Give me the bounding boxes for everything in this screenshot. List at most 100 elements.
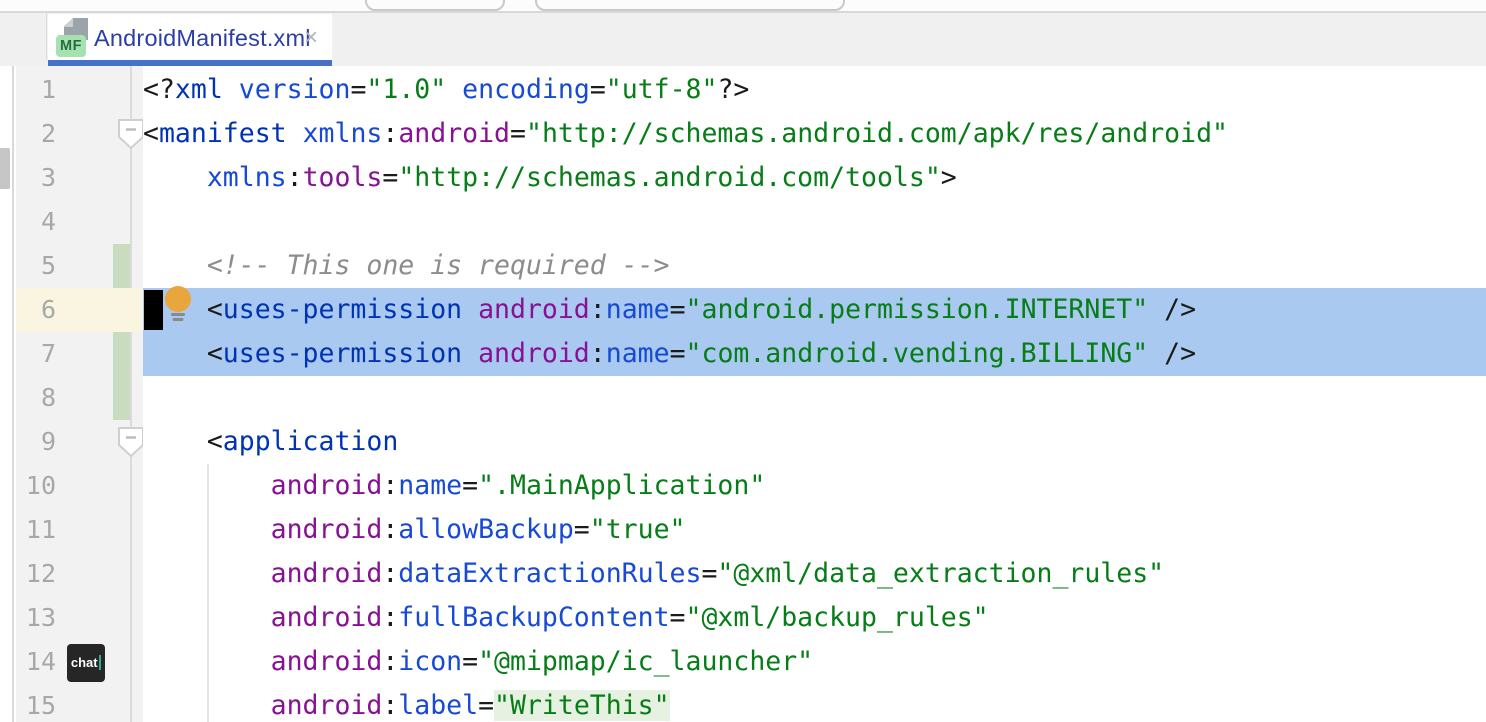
code-token: "http://schemas.android.com/tools" [398, 162, 940, 193]
code-token: : [382, 558, 398, 589]
code-line[interactable]: <!-- This one is required --> [143, 244, 1486, 288]
code-token: = [462, 470, 478, 501]
line-number[interactable]: 12 [16, 552, 143, 596]
code-token: fullBackupContent [398, 602, 669, 633]
line-number[interactable]: 6 [16, 288, 143, 332]
code-token: = [701, 558, 717, 589]
code-token: : [590, 338, 606, 369]
line-number[interactable]: 10 [16, 464, 143, 508]
scrollbar-thumb[interactable] [0, 148, 10, 189]
code-line[interactable]: android:label="WriteThis" [143, 684, 1486, 722]
code-line[interactable]: <uses-permission android:name="android.p… [143, 288, 1486, 332]
code-token [143, 250, 207, 281]
line-number[interactable]: 13 [16, 596, 143, 640]
code-token: ".MainApplication" [478, 470, 765, 501]
code-token: <!-- This one is required --> [207, 250, 670, 281]
code-line[interactable] [143, 200, 1486, 244]
code-token: android [271, 646, 383, 677]
code-token [287, 118, 303, 149]
code-token: android [271, 602, 383, 633]
fold-icon[interactable] [118, 427, 143, 457]
code-token: "true" [590, 514, 686, 545]
code-token: : [382, 118, 398, 149]
code-token [462, 294, 478, 325]
code-line[interactable]: <uses-permission android:name="com.andro… [143, 332, 1486, 376]
editor-tab-bar: MF AndroidManifest.xml × [0, 13, 1486, 66]
code-line[interactable]: <application [143, 420, 1486, 464]
code-line[interactable]: xmlns:tools="http://schemas.android.com/… [143, 156, 1486, 200]
editor-gutter: 123456789101112131415 [16, 66, 143, 722]
indent-guide [207, 464, 209, 722]
code-token: : [382, 690, 398, 721]
tab-androidmanifest[interactable]: MF AndroidManifest.xml × [48, 14, 332, 60]
code-token: android [271, 558, 383, 589]
code-token: "1.0" [366, 74, 446, 105]
vcs-added-marker [113, 244, 130, 288]
manifest-file-icon-badge: MF [56, 35, 86, 57]
line-number[interactable]: 4 [16, 200, 143, 244]
code-token: = [670, 338, 686, 369]
code-token [446, 74, 462, 105]
code-token: /> [1148, 338, 1196, 369]
code-token: > [941, 162, 957, 193]
tab-title: AndroidManifest.xml [94, 14, 311, 60]
code-line[interactable]: android:allowBackup="true" [143, 508, 1486, 552]
code-token: = [574, 514, 590, 545]
code-token: "utf-8" [606, 74, 718, 105]
code-token [143, 162, 207, 193]
code-token: "@xml/data_extraction_rules" [717, 558, 1164, 589]
code-line[interactable]: <manifest xmlns:android="http://schemas.… [143, 112, 1486, 156]
code-token: uses-permission [223, 338, 462, 369]
code-token: <? [143, 74, 175, 105]
fold-icon[interactable] [118, 119, 143, 149]
code-token: : [382, 602, 398, 633]
code-token: "com.android.vending.BILLING" [686, 338, 1149, 369]
code-token: uses-permission [223, 294, 462, 325]
code-token: name [606, 294, 670, 325]
code-line[interactable]: android:name=".MainApplication" [143, 464, 1486, 508]
code-token: "http://schemas.android.com/apk/res/andr… [526, 118, 1228, 149]
code-line[interactable]: android:fullBackupContent="@xml/backup_r… [143, 596, 1486, 640]
code-line[interactable]: android:dataExtractionRules="@xml/data_e… [143, 552, 1486, 596]
code-token: "@xml/backup_rules" [686, 602, 989, 633]
code-token: xmlns [207, 162, 287, 193]
tab-bar-divider [46, 13, 47, 60]
code-token: : [382, 470, 398, 501]
line-number[interactable]: 11 [16, 508, 143, 552]
code-token: android [478, 338, 590, 369]
code-token: label [398, 690, 478, 721]
toolbar-field[interactable] [365, 0, 505, 11]
line-number[interactable]: 3 [16, 156, 143, 200]
code-token: = [382, 162, 398, 193]
tab-close-icon[interactable]: × [300, 27, 322, 49]
code-token: dataExtractionRules [398, 558, 701, 589]
code-token: xmlns [303, 118, 383, 149]
code-token: name [398, 470, 462, 501]
code-token: : [382, 646, 398, 677]
code-token [223, 74, 239, 105]
code-area[interactable]: <?xml version="1.0" encoding="utf-8"?><m… [143, 66, 1486, 722]
code-token: "@mipmap/ic_launcher" [478, 646, 813, 677]
code-token: android [478, 294, 590, 325]
code-line[interactable]: android:icon="@mipmap/ic_launcher" [143, 640, 1486, 684]
chat-user-badge[interactable]: chat [67, 644, 105, 682]
toolbar-field[interactable] [535, 0, 845, 11]
line-number[interactable]: 15 [16, 684, 143, 722]
line-number[interactable]: 1 [16, 68, 143, 112]
code-line[interactable] [143, 376, 1486, 420]
code-token: version [239, 74, 351, 105]
code-token: icon [398, 646, 462, 677]
code-token: = [350, 74, 366, 105]
chat-user-badge-label: chat [71, 655, 98, 670]
collab-caret [144, 290, 163, 330]
code-token: = [670, 294, 686, 325]
code-token: "WriteThis" [494, 690, 670, 721]
editor-main: 123456789101112131415 <?xml version="1.0… [0, 66, 1486, 722]
code-token: android [271, 514, 383, 545]
code-token: = [590, 74, 606, 105]
vcs-added-marker [113, 332, 130, 420]
intention-bulb-icon[interactable] [162, 285, 194, 323]
code-token: = [462, 646, 478, 677]
code-line[interactable]: <?xml version="1.0" encoding="utf-8"?> [143, 68, 1486, 112]
code-token: : [287, 162, 303, 193]
